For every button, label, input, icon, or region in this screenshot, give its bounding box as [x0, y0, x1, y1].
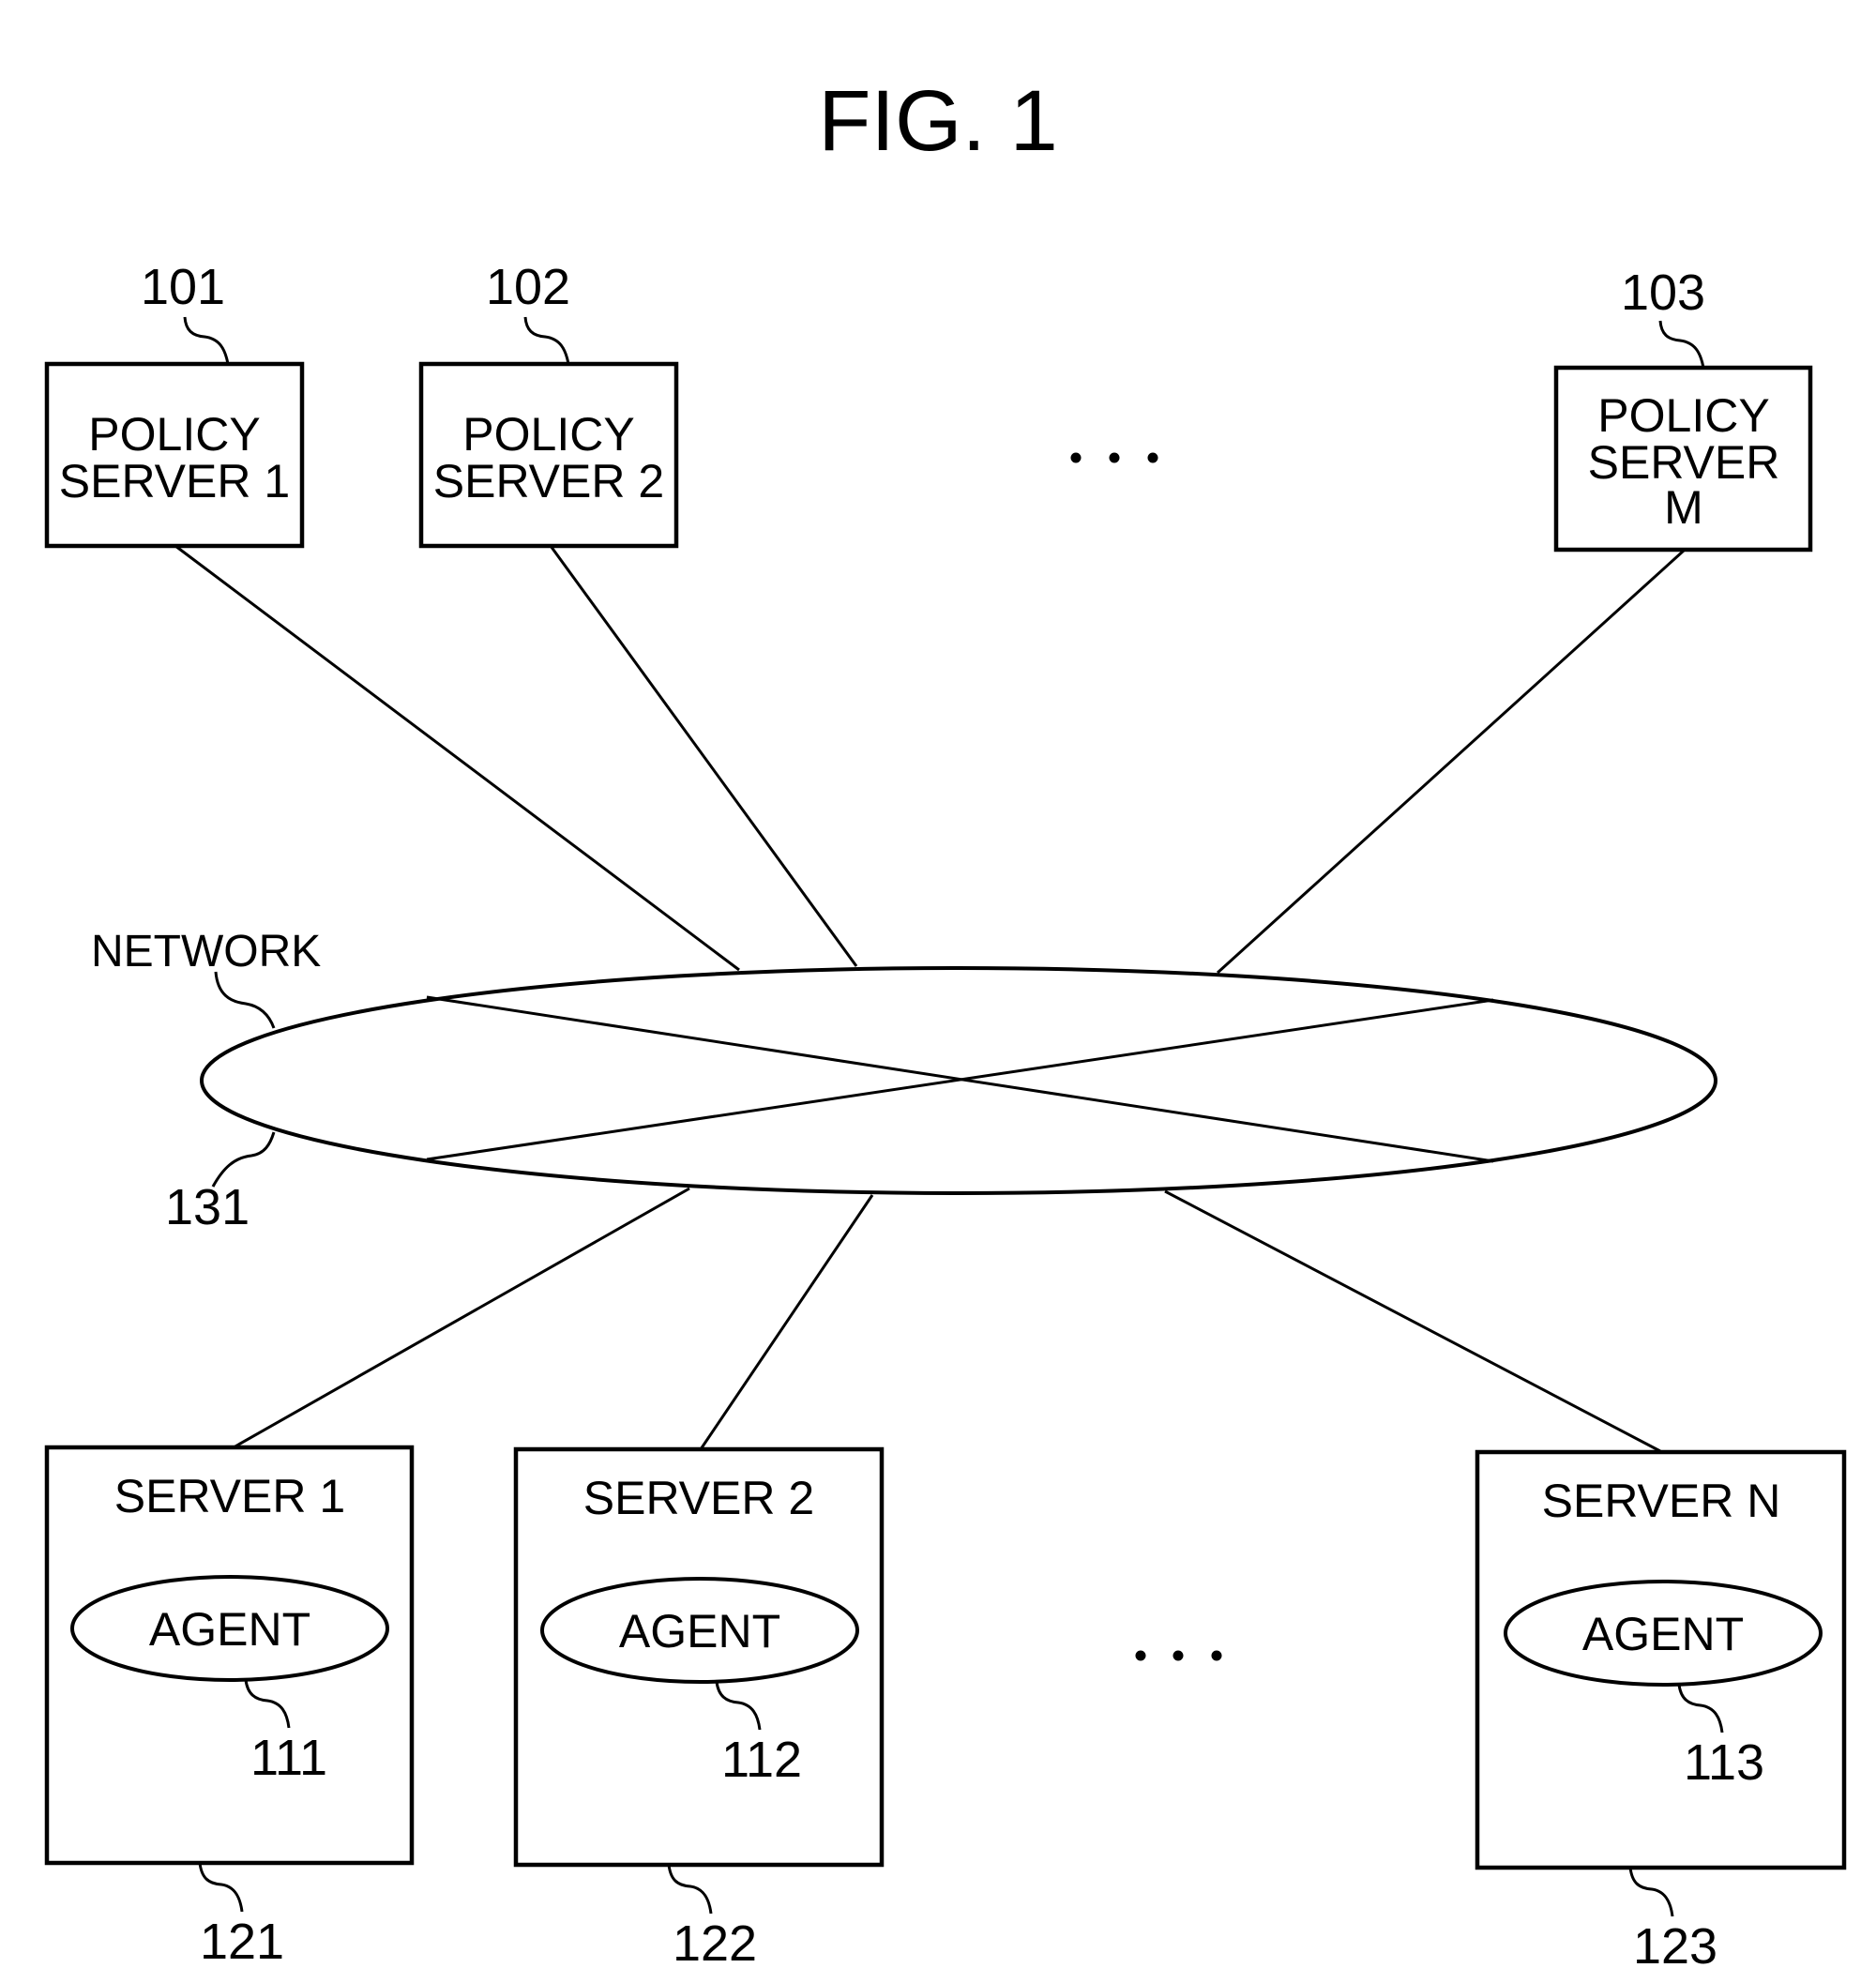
- server-2: SERVER 2 AGENT 112 122: [513, 1446, 885, 1972]
- server-2-label: SERVER 2: [583, 1472, 814, 1524]
- agent-n-label: AGENT: [1582, 1608, 1744, 1660]
- ellipsis-dot: [1147, 452, 1158, 463]
- network-ref: 131: [165, 1179, 250, 1235]
- policy-servers-ellipsis: [1070, 452, 1158, 463]
- server-n-ref: 123: [1633, 1918, 1717, 1975]
- ellipsis-dot: [1070, 452, 1082, 463]
- policy-server-1-ref-leader: [183, 316, 230, 365]
- policy-server-2-label-line-2: SERVER 2: [433, 455, 664, 507]
- server-2-ref: 122: [673, 1915, 757, 1972]
- policy-server-2-label-line-1: POLICY: [462, 408, 634, 461]
- policy-server-1-label-line-2: SERVER 1: [59, 455, 290, 507]
- server-1-ref: 121: [200, 1914, 284, 1970]
- server-1-ref-leader: [198, 1862, 244, 1913]
- system-diagram: FIG. 1 NETWORK 131 POLICY SERVER 1 101 P…: [44, 73, 1847, 1975]
- ellipsis-dot: [1172, 1650, 1184, 1661]
- policy-server-1: POLICY SERVER 1 101: [44, 259, 305, 549]
- agent-1-ref: 111: [250, 1730, 327, 1786]
- policy-server-1-ref: 101: [141, 259, 225, 315]
- ellipsis-dot: [1211, 1650, 1222, 1661]
- policy-server-m: POLICY SERVER M 103: [1553, 265, 1813, 553]
- server-n-ref-leader: [1628, 1867, 1674, 1917]
- link-network-server-1: [233, 1187, 690, 1449]
- link-network-server-n: [1164, 1189, 1661, 1453]
- server-1-label: SERVER 1: [114, 1470, 345, 1522]
- link-policy-server-1-network: [174, 544, 740, 972]
- policy-server-m-label-line-3: M: [1664, 481, 1703, 534]
- servers-ellipsis: [1135, 1650, 1222, 1661]
- policy-server-1-label-line-1: POLICY: [88, 408, 260, 461]
- figure-title: FIG. 1: [818, 73, 1058, 169]
- agent-1-label: AGENT: [149, 1603, 310, 1656]
- policy-server-2: POLICY SERVER 2 102: [418, 259, 679, 549]
- policy-server-m-ref: 103: [1621, 265, 1705, 321]
- server-n: SERVER N AGENT 113 123: [1475, 1449, 1847, 1975]
- link-policy-server-m-network: [1216, 549, 1686, 975]
- policy-server-2-ref-leader: [523, 316, 570, 365]
- ellipsis-dot: [1135, 1650, 1146, 1661]
- server-1: SERVER 1 AGENT 111 121: [44, 1445, 415, 1970]
- ellipsis-dot: [1109, 452, 1120, 463]
- policy-server-m-ref-leader: [1658, 320, 1705, 369]
- agent-n-ref: 113: [1684, 1734, 1764, 1791]
- network-label: NETWORK: [91, 927, 321, 976]
- link-policy-server-2-network: [549, 545, 858, 967]
- policy-server-2-ref: 102: [486, 259, 570, 315]
- server-n-label: SERVER N: [1542, 1475, 1781, 1527]
- agent-2-label: AGENT: [619, 1605, 780, 1658]
- network-label-leader: [214, 971, 276, 1029]
- link-network-server-2: [699, 1194, 874, 1450]
- network: [200, 966, 1717, 1195]
- server-2-ref-leader: [667, 1864, 713, 1915]
- policy-server-m-label-line-1: POLICY: [1597, 389, 1769, 442]
- agent-2-ref: 112: [721, 1732, 802, 1788]
